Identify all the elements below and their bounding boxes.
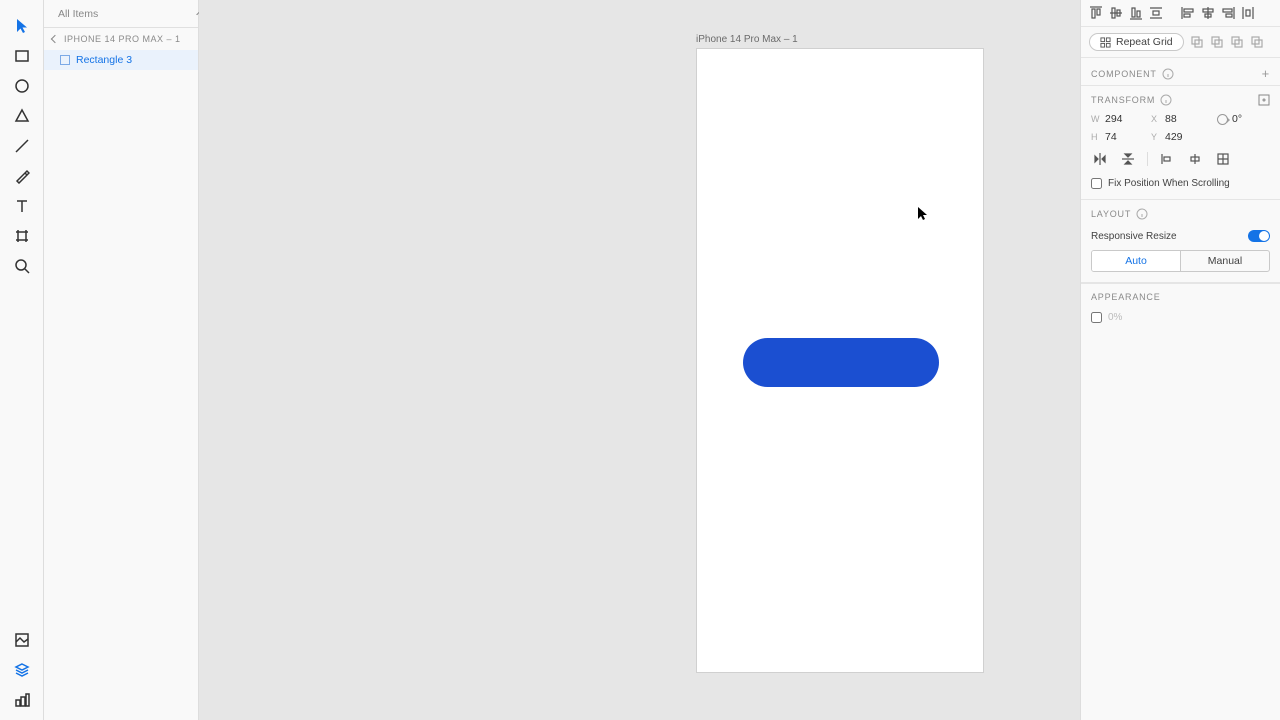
- align-row: [1081, 0, 1280, 27]
- ellipse-tool-icon[interactable]: [8, 74, 36, 98]
- transform-section-label: TRANSFORM: [1091, 95, 1155, 105]
- align-hcenter-icon[interactable]: [1199, 4, 1217, 22]
- text-tool-icon[interactable]: [8, 194, 36, 218]
- repeat-grid-button[interactable]: Repeat Grid: [1089, 33, 1184, 51]
- resize-manual-tab[interactable]: Manual: [1181, 251, 1269, 271]
- opacity-row: 0%: [1081, 306, 1280, 329]
- y-label: Y: [1151, 132, 1161, 142]
- appearance-section-label: APPEARANCE: [1091, 292, 1161, 302]
- plugins-panel-icon[interactable]: [8, 688, 36, 712]
- rotation-input[interactable]: [1232, 113, 1258, 125]
- resize-mode-segment: Auto Manual: [1091, 250, 1270, 272]
- polygon-tool-icon[interactable]: [8, 104, 36, 128]
- layers-panel: IPHONE 14 PRO MAX – 1 Rectangle 3: [44, 0, 199, 720]
- flip-horizontal-icon[interactable]: [1091, 152, 1109, 166]
- repeat-grid-row: Repeat Grid: [1081, 27, 1280, 58]
- info-icon[interactable]: [1160, 94, 1172, 106]
- height-label: H: [1091, 132, 1101, 142]
- responsive-resize-toggle[interactable]: [1248, 230, 1270, 242]
- tool-strip: [0, 0, 44, 720]
- appearance-section-head: APPEARANCE: [1081, 283, 1280, 306]
- fix-position-checkbox[interactable]: [1091, 178, 1102, 189]
- flip-vertical-icon[interactable]: [1119, 152, 1137, 166]
- artboard-tool-icon[interactable]: [8, 224, 36, 248]
- layout-section-head: LAYOUT: [1081, 200, 1280, 224]
- layer-item-selected[interactable]: Rectangle 3: [44, 50, 198, 70]
- layers-search-row: [44, 0, 198, 28]
- align-left-icon[interactable]: [1179, 4, 1197, 22]
- chevron-left-icon[interactable]: [51, 35, 59, 43]
- transform-section-head: TRANSFORM: [1081, 86, 1280, 110]
- resize-auto-tab[interactable]: Auto: [1092, 251, 1181, 271]
- breadcrumb[interactable]: IPHONE 14 PRO MAX – 1: [44, 28, 198, 50]
- rectangle-shape[interactable]: [743, 338, 939, 387]
- width-label: W: [1091, 114, 1101, 124]
- layers-panel-icon[interactable]: [8, 658, 36, 682]
- layout-section-label: LAYOUT: [1091, 209, 1131, 219]
- constrain-center-icon[interactable]: [1186, 152, 1204, 166]
- opacity-checkbox[interactable]: [1091, 312, 1102, 323]
- opacity-value: 0%: [1108, 312, 1122, 323]
- x-label: X: [1151, 114, 1161, 124]
- transform-origin-icon[interactable]: [1258, 94, 1270, 106]
- x-input[interactable]: [1165, 113, 1207, 125]
- boolean-exclude-icon[interactable]: [1250, 35, 1264, 49]
- component-section-head: COMPONENT +: [1081, 58, 1280, 85]
- y-input[interactable]: [1165, 131, 1207, 143]
- rectangle-tool-icon[interactable]: [8, 44, 36, 68]
- align-bottom-icon[interactable]: [1127, 4, 1145, 22]
- add-component-icon[interactable]: +: [1262, 66, 1270, 81]
- distribute-v-icon[interactable]: [1147, 4, 1165, 22]
- artboard[interactable]: [696, 48, 984, 673]
- info-icon[interactable]: [1136, 208, 1148, 220]
- info-icon[interactable]: [1162, 68, 1174, 80]
- responsive-resize-row: Responsive Resize: [1081, 224, 1280, 248]
- breadcrumb-label: IPHONE 14 PRO MAX – 1: [64, 34, 181, 44]
- align-top-icon[interactable]: [1087, 4, 1105, 22]
- constrain-left-icon[interactable]: [1158, 152, 1176, 166]
- pen-tool-icon[interactable]: [8, 164, 36, 188]
- cursor-icon: [918, 207, 928, 226]
- assets-panel-icon[interactable]: [8, 628, 36, 652]
- component-section-label: COMPONENT: [1091, 69, 1157, 79]
- properties-panel: Repeat Grid COMPONENT + TRANSFORM W X H …: [1080, 0, 1280, 720]
- align-vcenter-icon[interactable]: [1107, 4, 1125, 22]
- rectangle-layer-icon: [60, 55, 70, 65]
- fix-position-label: Fix Position When Scrolling: [1108, 178, 1230, 189]
- select-tool-icon[interactable]: [8, 14, 36, 38]
- layers-search-input[interactable]: [58, 8, 193, 20]
- boolean-subtract-icon[interactable]: [1210, 35, 1224, 49]
- fix-position-row: Fix Position When Scrolling: [1081, 172, 1280, 200]
- repeat-grid-label: Repeat Grid: [1116, 36, 1173, 48]
- height-input[interactable]: [1105, 131, 1147, 143]
- boolean-add-icon[interactable]: [1190, 35, 1204, 49]
- distribute-h-icon[interactable]: [1239, 4, 1257, 22]
- boolean-intersect-icon[interactable]: [1230, 35, 1244, 49]
- constrain-both-icon[interactable]: [1214, 152, 1232, 166]
- design-canvas[interactable]: iPhone 14 Pro Max – 1: [199, 0, 1080, 720]
- width-input[interactable]: [1105, 113, 1147, 125]
- align-right-icon[interactable]: [1219, 4, 1237, 22]
- responsive-resize-label: Responsive Resize: [1091, 231, 1177, 242]
- zoom-tool-icon[interactable]: [8, 254, 36, 278]
- line-tool-icon[interactable]: [8, 134, 36, 158]
- artboard-title[interactable]: iPhone 14 Pro Max – 1: [696, 34, 798, 45]
- rotation-icon: [1217, 114, 1228, 125]
- layer-item-label: Rectangle 3: [76, 54, 132, 66]
